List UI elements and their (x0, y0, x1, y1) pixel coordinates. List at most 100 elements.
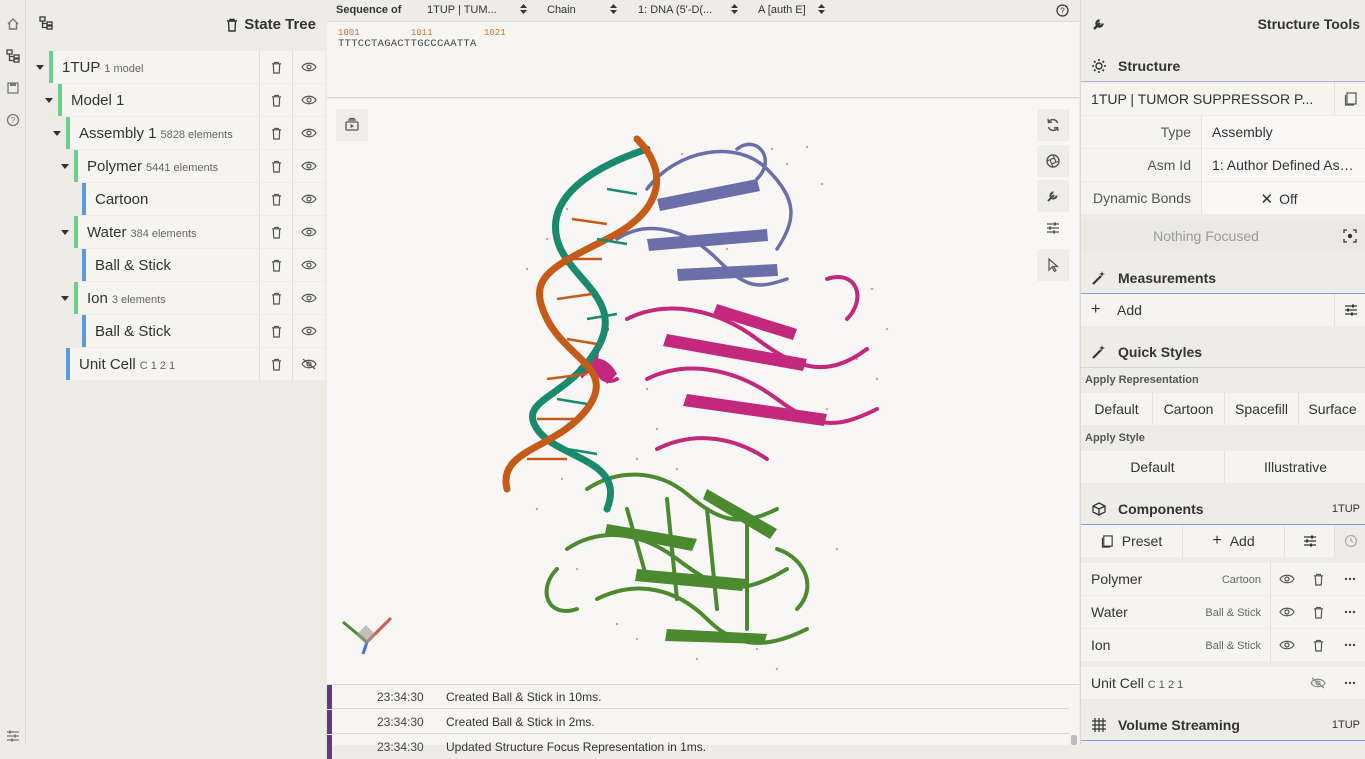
bookmark-icon[interactable] (1334, 83, 1365, 115)
save-icon[interactable] (4, 79, 22, 97)
trash-icon[interactable] (259, 117, 292, 149)
eye-icon[interactable] (292, 51, 325, 83)
add-measurement-button[interactable]: Add (1117, 302, 1142, 318)
trash-icon[interactable] (259, 183, 292, 215)
reset-camera-icon[interactable] (1037, 109, 1069, 141)
more-icon[interactable] (1334, 563, 1365, 595)
eye-icon[interactable] (292, 183, 325, 215)
rep-spacefill-button[interactable]: Spacefill (1225, 393, 1299, 425)
eye-icon[interactable] (292, 216, 325, 248)
entity-select[interactable]: 1: DNA (5'-D(... (638, 4, 712, 16)
rep-cartoon-button[interactable]: Cartoon (1153, 393, 1225, 425)
eye-icon[interactable] (292, 117, 325, 149)
trash-icon[interactable] (259, 51, 292, 83)
trash-icon[interactable] (259, 348, 292, 380)
measurements-section-header[interactable]: Measurements (1081, 262, 1365, 294)
tree-node[interactable]: Ball & Stick (82, 249, 325, 281)
caret-down-icon[interactable] (61, 164, 69, 170)
eye-icon[interactable] (292, 315, 325, 347)
tree-node[interactable]: Assembly 1 5828 elements (66, 117, 325, 149)
more-icon[interactable] (1334, 629, 1365, 661)
settings-sliders-icon[interactable] (1285, 525, 1335, 557)
home-icon[interactable] (4, 15, 22, 33)
trash-icon[interactable] (1302, 629, 1334, 661)
eye-icon[interactable] (292, 249, 325, 281)
component-name: Unit Cell (1091, 675, 1144, 691)
eye-icon[interactable] (1270, 563, 1302, 595)
component-row[interactable]: Polymer Cartoon (1081, 563, 1365, 595)
tree-node[interactable]: 1TUP 1 model (49, 51, 325, 83)
rep-surface-button[interactable]: Surface (1299, 393, 1365, 425)
sequence-view[interactable]: 1001 1011 1021 TTTCCTAGACTTGCCCAATTA (327, 22, 1079, 98)
chain-select[interactable]: A [auth E] (758, 4, 806, 16)
component-row[interactable]: Water Ball & Stick (1081, 596, 1365, 628)
eye-off-icon[interactable] (292, 348, 325, 380)
style-default-button[interactable]: Default (1081, 451, 1225, 483)
structure-selector[interactable]: 1TUP | TUMOR SUPPRESSOR P... (1081, 83, 1365, 115)
trash-icon[interactable] (259, 315, 292, 347)
log-scrollbar[interactable] (1071, 735, 1077, 745)
help-icon[interactable]: ? (4, 111, 22, 129)
screenshot-icon[interactable] (1037, 145, 1069, 177)
style-illustrative-button[interactable]: Illustrative (1225, 451, 1365, 483)
trash-icon[interactable] (259, 249, 292, 281)
settings-icon[interactable] (4, 727, 22, 745)
structure-select[interactable]: 1TUP | TUM... (427, 4, 497, 16)
component-row[interactable]: Ion Ball & Stick (1081, 629, 1365, 661)
more-icon[interactable] (1334, 596, 1365, 628)
tree-node[interactable]: Water 384 elements (74, 216, 325, 248)
settings-sliders-icon[interactable] (1334, 294, 1365, 326)
history-icon[interactable] (1335, 525, 1365, 557)
more-icon[interactable] (1334, 667, 1365, 699)
mode-select[interactable]: Chain (547, 4, 576, 16)
trash-icon[interactable] (259, 150, 292, 182)
eye-off-icon[interactable] (1302, 667, 1334, 699)
quick-styles-section-header[interactable]: Quick Styles (1081, 336, 1365, 368)
eye-icon[interactable] (292, 282, 325, 314)
component-unit-cell[interactable]: Unit Cell C 1 2 1 (1081, 667, 1365, 699)
caret-down-icon[interactable] (61, 296, 69, 302)
3d-viewport[interactable] (327, 99, 1079, 684)
eye-icon[interactable] (292, 84, 325, 116)
tree-node[interactable]: Ball & Stick (82, 315, 325, 347)
trash-icon[interactable] (259, 216, 292, 248)
add-component-button[interactable]: + Add (1183, 525, 1285, 557)
trash-icon[interactable] (1302, 596, 1334, 628)
caret-down-icon[interactable] (45, 98, 53, 104)
eye-icon[interactable] (1270, 596, 1302, 628)
tree-node[interactable]: Cartoon (82, 183, 325, 215)
eye-icon[interactable] (292, 150, 325, 182)
log-entry: 23:34:30 Updated Structure Focus Represen… (327, 735, 1069, 759)
volume-section-header[interactable]: Volume Streaming 1TUP (1081, 709, 1365, 741)
tree-node[interactable]: Ion 3 elements (74, 282, 325, 314)
eye-icon[interactable] (1270, 629, 1302, 661)
tree-node[interactable]: Polymer 5441 elements (74, 150, 325, 182)
asm-id-value[interactable]: 1: Author Defined Ass... (1201, 149, 1365, 181)
tree-icon (39, 16, 53, 30)
wrench-icon[interactable] (1037, 180, 1069, 212)
trash-icon[interactable] (1302, 563, 1334, 595)
cursor-icon[interactable] (1037, 249, 1069, 281)
log-time: 23:34:30 (377, 740, 424, 754)
help-icon[interactable]: ? (1056, 4, 1069, 17)
caret-down-icon[interactable] (36, 65, 44, 71)
dynamic-bonds-toggle[interactable]: ✕ Off (1201, 182, 1365, 214)
trash-icon[interactable] (226, 18, 238, 32)
tree-node[interactable]: Model 1 (58, 84, 325, 116)
sequence-residues[interactable]: TTTCCTAGACTTGCCCAATTA (338, 38, 477, 50)
tree-node[interactable]: Unit Cell C 1 2 1 (66, 348, 325, 380)
focus-target-icon[interactable] (1334, 220, 1365, 252)
trash-icon[interactable] (259, 84, 292, 116)
caret-down-icon[interactable] (53, 131, 61, 137)
preset-button[interactable]: Preset (1081, 525, 1183, 557)
components-section-header[interactable]: Components 1TUP (1081, 493, 1365, 525)
type-value[interactable]: Assembly (1201, 116, 1365, 148)
settings-sliders-icon[interactable] (1037, 212, 1069, 244)
caret-down-icon[interactable] (61, 230, 69, 236)
tree-icon[interactable] (4, 47, 22, 65)
molecule-render (502, 135, 889, 671)
trash-icon[interactable] (259, 282, 292, 314)
structure-section-header[interactable]: Structure (1081, 50, 1365, 82)
rep-default-button[interactable]: Default (1081, 393, 1153, 425)
toggle-controls-icon[interactable] (336, 109, 368, 141)
